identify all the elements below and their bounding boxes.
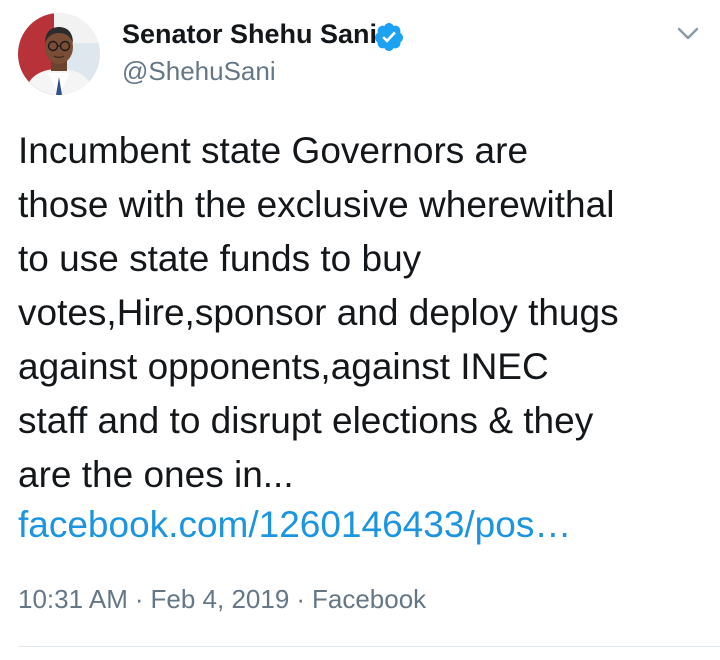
tweet-time[interactable]: 10:31 AM: [18, 584, 128, 614]
tweet-meta: 10:31 AM · Feb 4, 2019 · Facebook: [18, 582, 426, 616]
tweet-text-line: Incumbent state Governors are: [18, 130, 529, 171]
tweet-source[interactable]: Facebook: [312, 584, 426, 614]
meta-separator: ·: [296, 584, 305, 614]
avatar-image: [18, 13, 100, 95]
tweet-card: Senator Shehu Sani @ShehuSani Incumbent …: [0, 0, 720, 660]
tweet-menu-button[interactable]: [668, 14, 708, 54]
meta-separator: ·: [134, 584, 144, 614]
tweet-text-line: votes,Hire,sponsor and deploy thugs: [18, 292, 619, 333]
tweet-text-line: to use state funds to buy: [18, 238, 422, 279]
verified-badge-icon: [374, 23, 403, 51]
author-handle[interactable]: @ShehuSani: [122, 56, 276, 86]
chevron-down-icon: [677, 27, 699, 40]
author-name[interactable]: Senator Shehu Sani: [122, 18, 377, 50]
tweet-link[interactable]: facebook.com/1260146433/pos…: [18, 498, 571, 552]
divider: [18, 646, 720, 647]
tweet-text-line: against opponents,against INEC: [18, 346, 549, 387]
tweet-date[interactable]: Feb 4, 2019: [151, 584, 290, 614]
avatar[interactable]: [18, 13, 100, 95]
tweet-text-line: staff and to disrupt elections & they: [18, 400, 594, 441]
tweet-text-line: those with the exclusive wherewithal: [18, 184, 615, 225]
tweet-text-line: are the ones in...: [18, 454, 294, 495]
tweet-text: Incumbent state Governors are those with…: [18, 124, 708, 502]
